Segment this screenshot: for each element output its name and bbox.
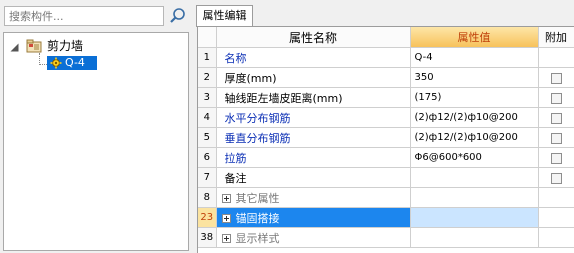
table-row[interactable]: 5 垂直分布钢筋 (2)ф12/(2)ф10@200 (198, 127, 574, 148)
extra-checkbox[interactable] (550, 72, 562, 84)
table-header: 属性名称 属性值 附加 (198, 27, 574, 48)
component-tree-panel: 剪力墙 Q-4 (0, 0, 191, 253)
table-row[interactable]: 3 轴线距左墙皮距离(mm) (175) (198, 87, 574, 108)
row-number: 23 (198, 207, 217, 228)
search-input[interactable] (6, 8, 161, 24)
row-number-header (198, 27, 217, 48)
property-name[interactable]: 厚度(mm) (216, 67, 411, 88)
group-name-cell[interactable]: 其它属性 (216, 187, 411, 208)
property-value (410, 187, 539, 208)
extra-cell (538, 87, 574, 108)
property-grid: 属性名称 属性值 附加 1 名称 Q-4 2 厚度(mm) 350 3 轴线距左… (197, 26, 574, 253)
extra-checkbox[interactable] (550, 172, 562, 184)
extra-cell (538, 167, 574, 188)
extra-cell (538, 207, 574, 228)
component-tree: 剪力墙 Q-4 (3, 32, 189, 251)
extra-cell (538, 187, 574, 208)
tree-node-label: 剪力墙 (47, 39, 84, 53)
group-label: 其它属性 (235, 191, 280, 205)
table-row[interactable]: 1 名称 Q-4 (198, 47, 574, 68)
group-name-cell[interactable]: 锚固搭接 (216, 207, 411, 228)
collapse-icon[interactable] (10, 43, 19, 52)
property-value[interactable]: (2)ф12/(2)ф10@200 (410, 107, 539, 128)
row-number: 4 (198, 107, 217, 128)
property-value[interactable]: (2)ф12/(2)ф10@200 (410, 127, 539, 148)
extra-cell (538, 127, 574, 148)
column-header-extra[interactable]: 附加 (538, 27, 574, 48)
property-value[interactable]: 350 (410, 67, 539, 88)
extra-cell (538, 147, 574, 168)
row-number: 6 (198, 147, 217, 168)
expand-icon[interactable] (221, 234, 231, 243)
table-row[interactable]: 6 拉筋 Φ6@600*600 (198, 147, 574, 168)
column-header-name[interactable]: 属性名称 (216, 27, 411, 48)
property-table: 属性名称 属性值 附加 1 名称 Q-4 2 厚度(mm) 350 3 轴线距左… (198, 27, 574, 248)
property-name[interactable]: 名称 (216, 47, 411, 68)
property-value[interactable]: Φ6@600*600 (410, 147, 539, 168)
gear-icon (50, 57, 62, 69)
property-value[interactable]: (175) (410, 87, 539, 108)
group-label: 锚固搭接 (235, 211, 280, 225)
extra-checkbox[interactable] (550, 132, 562, 144)
extra-cell (538, 47, 574, 68)
property-name[interactable]: 备注 (216, 167, 411, 188)
row-number: 38 (198, 227, 217, 248)
property-name[interactable]: 水平分布钢筋 (216, 107, 411, 128)
table-row[interactable]: 4 水平分布钢筋 (2)ф12/(2)ф10@200 (198, 107, 574, 128)
row-number: 5 (198, 127, 217, 148)
property-value[interactable]: Q-4 (410, 47, 539, 68)
extra-checkbox[interactable] (550, 152, 562, 164)
row-number: 7 (198, 167, 217, 188)
group-row-other[interactable]: 8 其它属性 (198, 187, 574, 208)
column-header-value[interactable]: 属性值 (410, 27, 539, 48)
table-row[interactable]: 2 厚度(mm) 350 (198, 67, 574, 88)
expand-icon[interactable] (221, 194, 231, 203)
property-panel: 属性编辑 属性名称 属性值 附加 1 名称 Q-4 2 厚度(mm) 350 3… (193, 0, 574, 253)
group-row-anchorage[interactable]: 23 锚固搭接 (198, 207, 574, 228)
search-box[interactable] (4, 6, 164, 26)
table-row[interactable]: 7 备注 (198, 167, 574, 188)
property-value (410, 207, 539, 228)
tab-property-edit[interactable]: 属性编辑 (196, 5, 253, 27)
wall-folder-icon (26, 39, 42, 53)
extra-cell (538, 227, 574, 248)
property-name[interactable]: 垂直分布钢筋 (216, 127, 411, 148)
row-number: 3 (198, 87, 217, 108)
extra-checkbox[interactable] (550, 112, 562, 124)
property-value (410, 227, 539, 248)
tree-connector (39, 64, 47, 65)
group-row-display[interactable]: 38 显示样式 (198, 227, 574, 248)
property-name[interactable]: 拉筋 (216, 147, 411, 168)
extra-cell (538, 107, 574, 128)
extra-checkbox[interactable] (550, 92, 562, 104)
row-number: 1 (198, 47, 217, 68)
tree-node-q4[interactable]: Q-4 (47, 56, 97, 70)
group-label: 显示样式 (235, 231, 280, 245)
search-button[interactable] (168, 6, 188, 26)
row-number: 8 (198, 187, 217, 208)
group-name-cell[interactable]: 显示样式 (216, 227, 411, 248)
extra-cell (538, 67, 574, 88)
expand-icon[interactable] (221, 214, 231, 223)
tree-node-label: Q-4 (65, 56, 85, 69)
property-value[interactable] (410, 167, 539, 188)
search-icon (170, 8, 185, 23)
row-number: 2 (198, 67, 217, 88)
property-name[interactable]: 轴线距左墙皮距离(mm) (216, 87, 411, 108)
tab-label: 属性编辑 (202, 9, 247, 22)
